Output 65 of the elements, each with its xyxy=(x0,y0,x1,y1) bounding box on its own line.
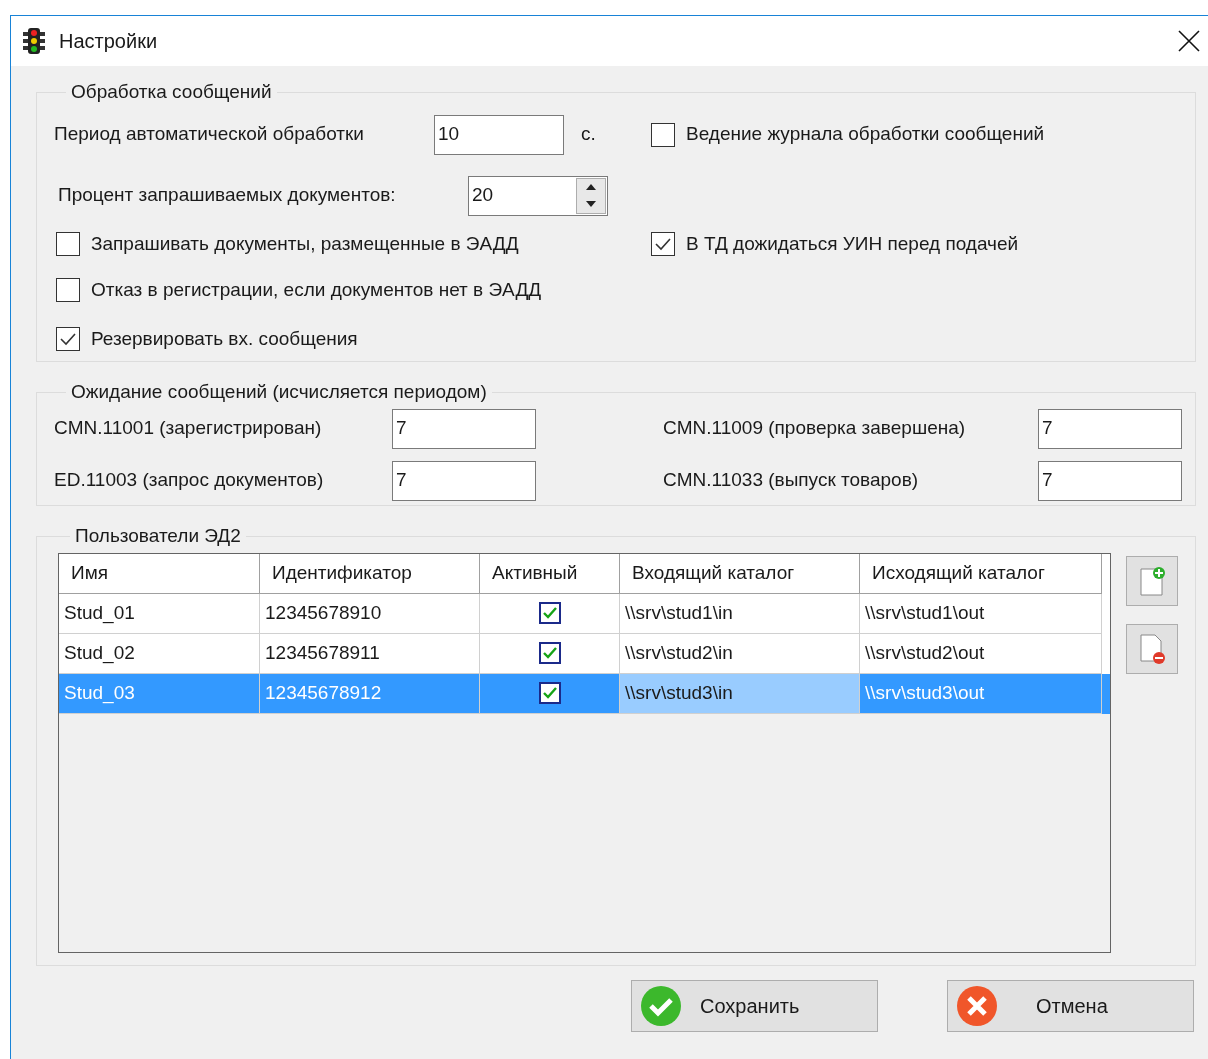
save-button[interactable]: Сохранить xyxy=(631,980,878,1032)
text-field[interactable]: 7 xyxy=(1038,460,1182,501)
remove-user-button[interactable] xyxy=(1126,623,1178,674)
column-header[interactable]: Исходящий каталог xyxy=(860,553,1102,594)
checkbox-label: Отказ в регистрации, если документов нет в ЭАДД xyxy=(91,278,542,302)
text-field[interactable]: 10 xyxy=(434,114,564,155)
checkbox[interactable] xyxy=(56,231,80,256)
table-cell: Stud_02 xyxy=(59,633,260,674)
table-cell: \\srv\stud1\out xyxy=(860,593,1102,634)
add-document-icon xyxy=(1137,564,1167,597)
close-icon[interactable] xyxy=(1178,30,1200,52)
check-icon xyxy=(541,645,558,661)
window-title: Настройки xyxy=(59,29,158,54)
field-label: CMN.11001 (зарегистрирован) xyxy=(54,416,323,441)
table-row[interactable]: Stud_02 12345678911 \\srv\stud2\in \\srv\stud2\out xyxy=(59,633,1110,674)
table-cell: 12345678911 xyxy=(260,633,480,674)
unit-label: с. xyxy=(581,122,597,147)
grid-checkbox[interactable] xyxy=(538,642,561,664)
remove-document-icon xyxy=(1137,632,1167,665)
table-row[interactable]: Stud_03 12345678912 \\srv\stud3\in \\srv\stud3\out xyxy=(59,673,1110,714)
field-label: Процент запрашиваемых документов: xyxy=(58,183,397,208)
spin-box[interactable]: 20 xyxy=(468,175,608,216)
add-user-button[interactable] xyxy=(1126,555,1178,606)
text-field[interactable]: 7 xyxy=(392,408,536,449)
grid-checkbox[interactable] xyxy=(538,682,561,704)
traffic-light-icon xyxy=(21,28,47,54)
text-field[interactable]: 7 xyxy=(1038,408,1182,449)
checkbox-label: В ТД дожидаться УИН перед подачей xyxy=(686,231,1019,256)
column-header[interactable]: Входящий каталог xyxy=(620,553,860,594)
check-icon xyxy=(541,605,558,621)
checkbox[interactable] xyxy=(56,278,80,303)
grid-checkbox[interactable] xyxy=(538,602,561,624)
text-field[interactable]: 7 xyxy=(392,460,536,501)
up-arrow-icon[interactable] xyxy=(586,184,596,190)
table-cell: 12345678912 xyxy=(260,673,480,714)
checkbox-label: Ведение журнала обработки сообщений xyxy=(686,122,1045,147)
table-row[interactable]: Stud_01 12345678910 \\srv\stud1\in \\srv\stud1\out xyxy=(59,593,1110,634)
check-circle-icon xyxy=(640,985,682,1027)
checkbox-label: Резервировать вх. сообщения xyxy=(91,326,358,351)
group-title: Обработка сообщений xyxy=(70,80,273,104)
table-cell: \\srv\stud2\in xyxy=(620,633,860,674)
table-cell: \\srv\stud3\in xyxy=(620,673,860,714)
table-cell: 12345678910 xyxy=(260,593,480,634)
check-icon xyxy=(541,685,558,701)
table-cell: \\srv\stud1\in xyxy=(620,593,860,634)
field-label: ED.11003 (запрос документов) xyxy=(54,468,325,493)
column-header[interactable]: Активный xyxy=(480,553,620,594)
checkbox[interactable] xyxy=(651,122,675,147)
table-cell: \\srv\stud2\out xyxy=(860,633,1102,674)
down-arrow-icon[interactable] xyxy=(586,201,596,207)
checkbox[interactable] xyxy=(651,231,675,256)
group-title: Пользователи ЭД2 xyxy=(74,524,242,548)
field-label: Период автоматической обработки xyxy=(54,122,365,147)
table-cell: Stud_03 xyxy=(59,673,260,714)
column-header[interactable]: Имя xyxy=(59,553,260,594)
checkbox-label: Запрашивать документы, размещенные в ЭАДД xyxy=(91,231,519,256)
checkbox[interactable] xyxy=(56,326,80,351)
table-cell: \\srv\stud3\out xyxy=(860,673,1102,714)
cancel-circle-icon xyxy=(956,985,998,1027)
column-header[interactable]: Идентификатор xyxy=(260,553,480,594)
field-label: CMN.11009 (проверка завершена) xyxy=(663,416,967,441)
cancel-button[interactable]: Отмена xyxy=(947,980,1194,1032)
table-cell: Stud_01 xyxy=(59,593,260,634)
field-label: CMN.11033 (выпуск товаров) xyxy=(663,468,920,493)
group-title: Ожидание сообщений (исчисляется периодом) xyxy=(70,380,488,404)
